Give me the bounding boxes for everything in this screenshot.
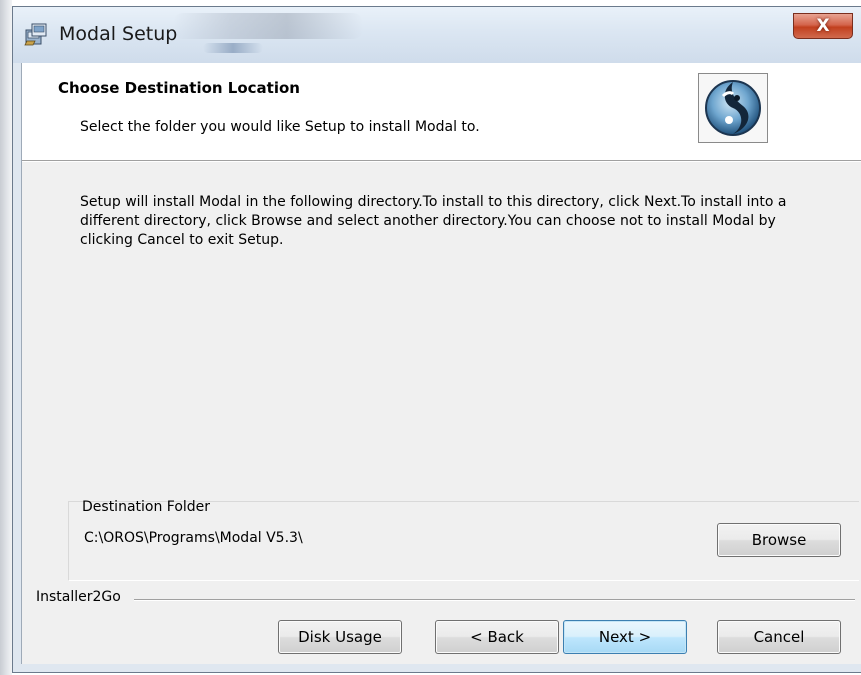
header-banner: Choose Destination Location Select the f… [22,63,861,161]
page-title: Choose Destination Location [58,79,300,97]
page-subtitle: Select the folder you would like Setup t… [80,119,480,135]
close-icon: X [816,16,830,36]
dialog-client-area: Choose Destination Location Select the f… [21,63,861,664]
cancel-button[interactable]: Cancel [717,620,841,654]
back-button[interactable]: < Back [435,620,559,654]
header-divider [22,161,861,162]
browse-button[interactable]: Browse [717,523,841,557]
installer-package-icon[interactable] [23,21,49,47]
destination-folder-label: Destination Folder [82,499,211,515]
desktop-background [0,0,12,675]
title-bar-glass-reflection [173,13,363,39]
modal-logo [698,73,768,143]
close-button[interactable]: X [793,13,853,39]
title-bar[interactable]: Modal Setup X [13,7,861,63]
title-bar-glass-reflection-2 [203,43,263,53]
installer-brand-label: Installer2Go [36,589,121,605]
modal-logo-icon [705,80,761,136]
setup-window: Modal Setup X Choose Destination Locatio… [12,6,861,673]
disk-usage-button[interactable]: Disk Usage [278,620,402,654]
next-button[interactable]: Next > [563,620,687,654]
footer-divider [134,599,855,601]
window-title: Modal Setup [59,23,178,45]
destination-path: C:\OROS\Programs\Modal V5.3\ [84,530,303,546]
instructions-text: Setup will install Modal in the followin… [80,194,787,248]
